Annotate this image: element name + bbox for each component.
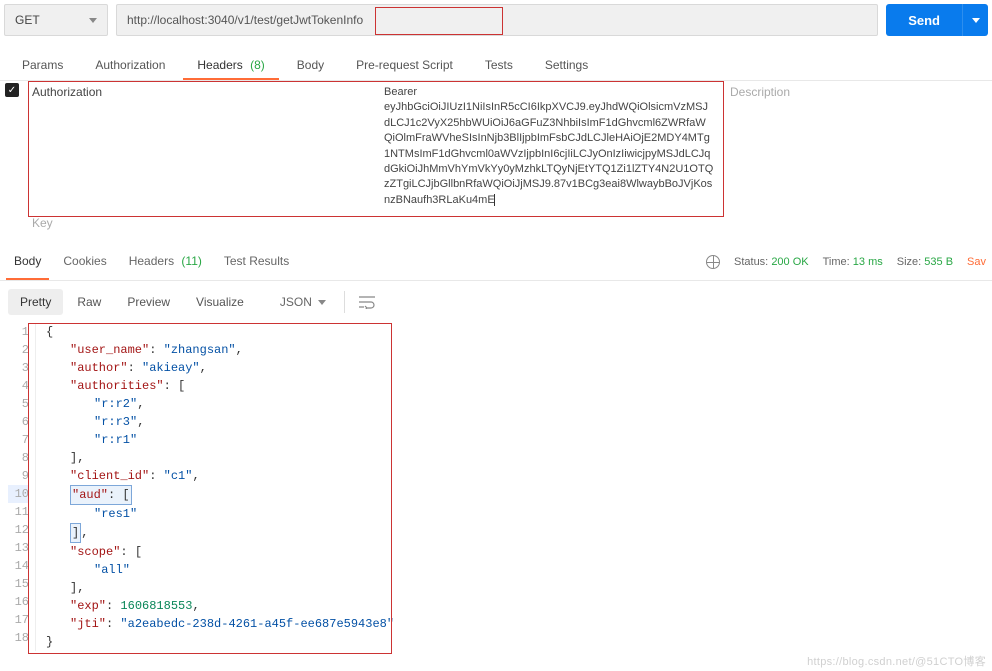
code-line: "res1" bbox=[46, 505, 394, 523]
view-raw-button[interactable]: Raw bbox=[65, 289, 113, 315]
headers-count-badge: (8) bbox=[250, 58, 265, 72]
code-line: "exp": 1606818553, bbox=[46, 597, 394, 615]
header-value-token: eyJhbGciOiJIUzI1NiIsInR5cCI6IkpXVCJ9.eyJ… bbox=[384, 101, 713, 205]
code-line: "aud": [ bbox=[46, 485, 394, 505]
line-wrap-icon[interactable] bbox=[355, 291, 379, 313]
response-tabs: Body Cookies Headers (11) Test Results bbox=[6, 244, 706, 280]
watermark: https://blog.csdn.net/@51CTO博客 bbox=[807, 653, 986, 669]
header-value-prefix: Bearer bbox=[384, 86, 417, 98]
gutter-line: 18 bbox=[8, 629, 29, 647]
globe-icon[interactable] bbox=[706, 255, 720, 269]
resp-headers-count-badge: (11) bbox=[181, 254, 201, 268]
header-row-checkbox[interactable]: ✓ bbox=[5, 83, 19, 97]
gutter-line: 8 bbox=[8, 449, 29, 467]
tab-body[interactable]: Body bbox=[283, 52, 338, 80]
code-line: "author": "akieay", bbox=[46, 359, 394, 377]
code-line: "scope": [ bbox=[46, 543, 394, 561]
gutter-line: 13 bbox=[8, 539, 29, 557]
gutter-line: 2 bbox=[8, 341, 29, 359]
header-key-placeholder[interactable]: Key bbox=[24, 212, 376, 234]
tab-settings[interactable]: Settings bbox=[531, 52, 602, 80]
tab-headers-label: Headers bbox=[197, 58, 242, 72]
gutter-line: 3 bbox=[8, 359, 29, 377]
gutter-line: 4 bbox=[8, 377, 29, 395]
header-desc-placeholder[interactable] bbox=[722, 212, 992, 234]
header-value-placeholder[interactable] bbox=[376, 212, 722, 234]
format-label: JSON bbox=[280, 295, 312, 309]
send-menu-caret[interactable] bbox=[962, 4, 988, 36]
status-block: Status: 200 OK bbox=[734, 256, 809, 268]
code-line: ], bbox=[46, 579, 394, 597]
resp-tab-headers[interactable]: Headers (11) bbox=[121, 244, 210, 280]
code-line: "r:r2", bbox=[46, 395, 394, 413]
gutter-line: 10 bbox=[8, 485, 29, 503]
resp-tab-cookies[interactable]: Cookies bbox=[55, 244, 114, 280]
chevron-down-icon bbox=[972, 18, 980, 23]
code-line: } bbox=[46, 633, 394, 651]
resp-tab-headers-label: Headers bbox=[129, 254, 174, 268]
resp-tab-test-results[interactable]: Test Results bbox=[216, 244, 297, 280]
url-highlight-annotation bbox=[375, 7, 503, 35]
gutter-line: 12 bbox=[8, 521, 29, 539]
code-line: ], bbox=[46, 449, 394, 467]
header-key-cell[interactable]: Authorization bbox=[24, 81, 376, 212]
text-cursor bbox=[494, 194, 495, 206]
divider bbox=[344, 291, 345, 313]
code-line: { bbox=[46, 323, 394, 341]
gutter-line: 5 bbox=[8, 395, 29, 413]
header-value-cell[interactable]: Bearer eyJhbGciOiJIUzI1NiIsInR5cCI6IkpXV… bbox=[376, 81, 722, 212]
header-row-empty: Key bbox=[0, 212, 992, 234]
response-json-body[interactable]: 123456789101112131415161718 {"user_name"… bbox=[8, 323, 992, 651]
chevron-down-icon bbox=[318, 300, 326, 305]
code-line: "client_id": "c1", bbox=[46, 467, 394, 485]
gutter-line: 14 bbox=[8, 557, 29, 575]
view-visualize-button[interactable]: Visualize bbox=[184, 289, 256, 315]
code-line: ], bbox=[46, 523, 394, 543]
url-input[interactable]: http://localhost:3040/v1/test/getJwtToke… bbox=[116, 4, 878, 36]
view-preview-button[interactable]: Preview bbox=[115, 289, 182, 315]
tab-authorization[interactable]: Authorization bbox=[81, 52, 179, 80]
code-line: "user_name": "zhangsan", bbox=[46, 341, 394, 359]
header-row-authorization: ✓ Authorization Bearer eyJhbGciOiJIUzI1N… bbox=[0, 81, 992, 212]
request-tabs: Params Authorization Headers (8) Body Pr… bbox=[0, 42, 992, 81]
gutter-line: 17 bbox=[8, 611, 29, 629]
tab-prerequest[interactable]: Pre-request Script bbox=[342, 52, 467, 80]
tab-params[interactable]: Params bbox=[8, 52, 77, 80]
format-select[interactable]: JSON bbox=[272, 291, 334, 313]
size-block: Size: 535 B bbox=[897, 256, 953, 268]
gutter-line: 16 bbox=[8, 593, 29, 611]
view-pretty-button[interactable]: Pretty bbox=[8, 289, 63, 315]
header-desc-cell[interactable]: Description bbox=[722, 81, 992, 212]
gutter-line: 6 bbox=[8, 413, 29, 431]
code-line: "r:r1" bbox=[46, 431, 394, 449]
time-block: Time: 13 ms bbox=[823, 256, 883, 268]
http-method-label: GET bbox=[15, 13, 40, 27]
resp-tab-body[interactable]: Body bbox=[6, 244, 49, 280]
gutter-line: 15 bbox=[8, 575, 29, 593]
url-text: http://localhost:3040/v1/test/getJwtToke… bbox=[127, 13, 363, 27]
code-line: "all" bbox=[46, 561, 394, 579]
gutter-line: 1 bbox=[8, 323, 29, 341]
tab-headers[interactable]: Headers (8) bbox=[183, 52, 278, 80]
save-response-button[interactable]: Sav bbox=[967, 256, 986, 268]
gutter-line: 7 bbox=[8, 431, 29, 449]
send-button[interactable]: Send bbox=[886, 4, 962, 36]
code-line: "jti": "a2eabedc-238d-4261-a45f-ee687e59… bbox=[46, 615, 394, 633]
chevron-down-icon bbox=[89, 18, 97, 23]
tab-tests[interactable]: Tests bbox=[471, 52, 527, 80]
code-line: "authorities": [ bbox=[46, 377, 394, 395]
gutter-line: 11 bbox=[8, 503, 29, 521]
code-line: "r:r3", bbox=[46, 413, 394, 431]
gutter-line: 9 bbox=[8, 467, 29, 485]
http-method-select[interactable]: GET bbox=[4, 4, 108, 36]
